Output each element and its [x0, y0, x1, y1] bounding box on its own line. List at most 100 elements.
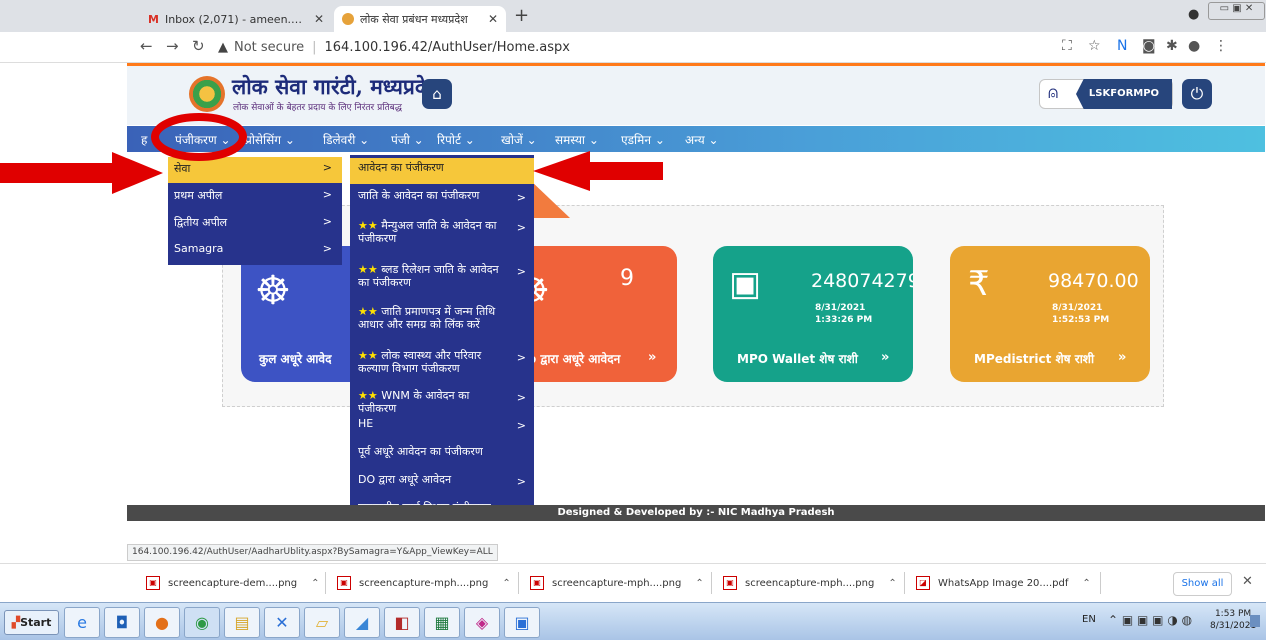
folder-icon[interactable]: ▤ [224, 607, 260, 638]
close-tab-icon[interactable]: ✕ [314, 12, 324, 26]
menu-processing[interactable]: प्रोसेसिंग ⌄ [245, 131, 295, 148]
card-label: MPO Wallet शेष राशी [737, 352, 858, 366]
submenu-item[interactable]: ★★ जाति प्रमाणपत्र में जन्म तिथि आधार और… [350, 302, 534, 338]
dropdown-item-second-appeal[interactable]: द्वितीय अपील > [168, 211, 342, 237]
close-icon[interactable]: ✕ [1242, 574, 1253, 589]
menu-delivery[interactable]: डिलेवरी ⌄ [323, 131, 369, 148]
tray-icons[interactable]: ⌃ ▣ ▣ ▣ ◑ ◍ [1108, 613, 1192, 627]
chevron-up-icon[interactable]: ⌃ [1082, 578, 1090, 589]
firefox-icon[interactable]: ● [144, 607, 180, 638]
site-header: लोक सेवा गारंटी, मध्यप्रदेश लोक सेवाओं क… [127, 63, 1265, 125]
chrome-icon[interactable]: ◉ [184, 607, 220, 638]
submenu-item[interactable]: ★★ लोक स्वास्थ्य और परिवार कल्याण विभाग … [350, 346, 534, 380]
menu-other[interactable]: अन्य ⌄ [685, 131, 719, 148]
card-date: 8/31/2021 [815, 303, 866, 313]
profile-icon[interactable]: ● [1188, 7, 1199, 22]
chevron-up-icon[interactable]: ⌃ [888, 578, 896, 589]
card-mpedistrict[interactable]: ₹ 98470.00 8/31/2021 1:52:53 PM MPedistr… [950, 246, 1150, 382]
menu-kebab-icon[interactable]: ⋮ [1214, 38, 1228, 54]
submenu-item[interactable]: पूर्व अधूरे आवेदन का पंजीकरण [350, 442, 534, 466]
paint-icon[interactable]: ◈ [464, 607, 500, 638]
wheel-icon: ☸ [255, 268, 291, 314]
dropdown-item-samagra[interactable]: Samagra > [168, 238, 342, 264]
extension-n-icon[interactable]: N [1117, 38, 1127, 54]
card-date: 8/31/2021 [1052, 303, 1103, 313]
menu-problem[interactable]: समस्या ⌄ [555, 131, 599, 148]
new-tab-button[interactable]: + [514, 5, 529, 26]
excel-icon[interactable]: ▦ [424, 607, 460, 638]
language-indicator[interactable]: EN [1082, 614, 1096, 625]
home-icon[interactable]: ⌂ [422, 79, 452, 109]
image-file-icon: ▣ [723, 576, 737, 590]
card-value: 9 [620, 266, 634, 291]
reload-icon[interactable]: ↻ [192, 37, 205, 55]
back-icon[interactable]: ← [140, 37, 153, 55]
tool-icon[interactable]: ◢ [344, 607, 380, 638]
chevron-up-icon[interactable]: ⌃ [502, 578, 510, 589]
download-item[interactable]: ▣ screencapture-mph....png ⌃ [530, 564, 704, 602]
puzzle-icon[interactable]: ✱ [1166, 38, 1178, 54]
download-item[interactable]: ◪ WhatsApp Image 20....pdf ⌃ [916, 564, 1091, 602]
url-field[interactable]: ▲ Not secure | 164.100.196.42/AuthUser/H… [218, 37, 1018, 57]
registration-dropdown: सेवा > प्रथम अपील > द्वितीय अपील > Samagra > [168, 157, 342, 265]
system-tray: EN ⌃ ▣ ▣ ▣ ◑ ◍ 1:53 PM 8/31/2021 [1082, 607, 1262, 636]
card-value: 98470.00 [1048, 270, 1139, 292]
tab-lok-seva[interactable]: लोक सेवा प्रबंधन मध्यप्रदेश ✕ [334, 6, 506, 32]
menu-admin[interactable]: एडमिन ⌄ [621, 131, 665, 148]
card-label: o द्वारा अधूरे आवेदन [528, 352, 621, 366]
download-item[interactable]: ▣ screencapture-dem....png ⌃ [146, 564, 320, 602]
browser-tab-bar: M Inbox (2,071) - ameen.me10@gma ✕ लोक स… [0, 0, 1266, 32]
menu-register[interactable]: पंजी ⌄ [391, 131, 424, 148]
network-icon[interactable]: ▣ [504, 607, 540, 638]
download-item[interactable]: ▣ screencapture-mph....png ⌃ [723, 564, 897, 602]
window-controls[interactable]: ▭ ▣ ✕ [1208, 2, 1265, 20]
chevron-up-icon[interactable]: ⌃ [695, 578, 703, 589]
menu-registration[interactable]: पंजीकरण ⌄ [175, 131, 231, 148]
show-desktop-button[interactable] [1250, 615, 1260, 627]
bookmark-star-icon[interactable]: ☆ [1088, 38, 1101, 54]
submenu-item[interactable]: ★★ मैन्युअल जाति के आवेदन का पंजीकरण > [350, 216, 534, 250]
submenu-item[interactable]: जाति के आवेदन का पंजीकरण > [350, 186, 534, 214]
vscode-icon[interactable]: ✕ [264, 607, 300, 638]
submenu-item[interactable]: DO द्वारा अधूरे आवेदन > [350, 470, 534, 494]
menu-home[interactable]: ह [141, 131, 147, 148]
submenu-item[interactable]: HE > [350, 414, 534, 438]
card-do-incomplete[interactable]: ☸ 9 o द्वारा अधूरे आवेदन » [520, 246, 677, 382]
user-icon: ⍝ [1048, 83, 1059, 103]
dropdown-item-seva[interactable]: सेवा > [168, 157, 342, 183]
tab-gmail[interactable]: M Inbox (2,071) - ameen.me10@gma ✕ [140, 6, 332, 32]
not-secure-label: Not secure [234, 39, 305, 55]
dropdown-item-first-appeal[interactable]: प्रथम अपील > [168, 184, 342, 210]
start-button[interactable]: ▞Start [4, 610, 59, 635]
ie-icon[interactable]: e [64, 607, 100, 638]
avatar-icon[interactable]: ● [1188, 38, 1200, 54]
submenu-item[interactable]: ★★ ब्लड रिलेशन जाति के आवेदन का पंजीकरण > [350, 260, 534, 294]
close-tab-icon[interactable]: ✕ [488, 12, 498, 26]
username-label: LSKFORMPO [1076, 79, 1172, 109]
tab-label: Inbox (2,071) - ameen.me10@gma [164, 12, 308, 26]
pdf-viewer-icon[interactable]: ◧ [384, 607, 420, 638]
show-all-button[interactable]: Show all [1173, 572, 1232, 596]
warning-icon: ▲ [218, 39, 228, 55]
outlook-icon[interactable]: ◘ [104, 607, 140, 638]
power-icon[interactable]: ⏻ [1182, 79, 1212, 109]
chevron-right-icon: » [881, 350, 890, 365]
site-title: लोक सेवा गारंटी, मध्यप्रदेश [232, 74, 441, 99]
translate-icon[interactable]: ⛶ [1062, 38, 1072, 54]
menu-search[interactable]: खोजें ⌄ [501, 131, 537, 148]
menu-report[interactable]: रिपोर्ट ⌄ [437, 131, 475, 148]
camera-icon[interactable]: ◙ [1142, 38, 1156, 54]
card-label: MPedistrict शेष राशी [974, 352, 1095, 366]
rupee-coins-icon: ₹ [968, 264, 990, 304]
download-item[interactable]: ▣ screencapture-mph....png ⌃ [337, 564, 511, 602]
submenu-item[interactable]: ★★ WNM के आवेदन का पंजीकरण > [350, 386, 534, 415]
submenu-item[interactable]: आवेदन का पंजीकरण [350, 158, 534, 184]
image-file-icon: ▣ [146, 576, 160, 590]
card-mpo-wallet[interactable]: ▣ 2480742796 8/31/2021 1:33:26 PM MPO Wa… [713, 246, 913, 382]
tab-label: लोक सेवा प्रबंधन मध्यप्रदेश [360, 12, 468, 26]
chevron-up-icon[interactable]: ⌃ [311, 578, 319, 589]
star-badge-icon: ★★ [358, 305, 378, 318]
forward-icon[interactable]: → [166, 37, 179, 55]
user-box[interactable]: ⍝ LSKFORMPO [1039, 79, 1173, 109]
notes-icon[interactable]: ▱ [304, 607, 340, 638]
